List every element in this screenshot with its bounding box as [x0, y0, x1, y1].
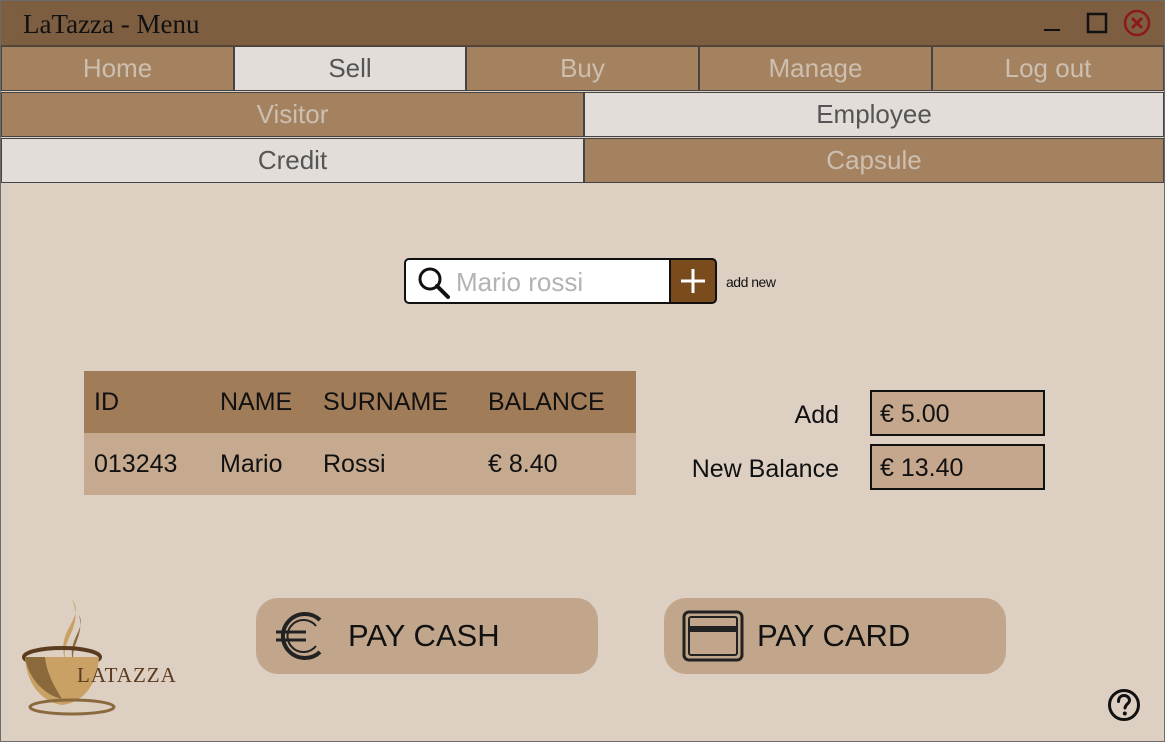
new-balance-field: € 13.40	[870, 444, 1045, 490]
main-tabs: Home Sell Buy Manage Log out	[1, 46, 1164, 91]
column-header-balance: BALANCE	[478, 371, 636, 433]
table-row[interactable]: 013243 Mario Rossi € 8.40	[84, 433, 636, 495]
cell-surname: Rossi	[313, 433, 478, 495]
search-icon	[418, 267, 450, 299]
tab-home[interactable]: Home	[1, 46, 234, 91]
pay-card-button[interactable]: PAY CARD	[664, 598, 1006, 674]
cell-name: Mario	[210, 433, 313, 495]
app-window: LaTazza - Menu Home Sell Buy Manage Log …	[0, 0, 1165, 742]
new-balance-label: New Balance	[691, 455, 839, 483]
latazza-logo: LATAZZA	[22, 599, 177, 716]
add-label: Add	[794, 401, 839, 429]
search-input[interactable]	[456, 266, 666, 298]
tab-sell[interactable]: Sell	[234, 46, 466, 91]
tab-manage[interactable]: Manage	[699, 46, 932, 91]
pay-cash-button[interactable]: PAY CASH	[256, 598, 598, 674]
pay-cash-label: PAY CASH	[348, 618, 500, 653]
window-title: LaTazza - Menu	[23, 9, 200, 39]
sale-type-tabs: Credit Capsule	[1, 138, 1164, 183]
tab-credit[interactable]: Credit	[1, 138, 584, 183]
plus-icon	[681, 269, 705, 293]
tab-employee[interactable]: Employee	[584, 92, 1164, 137]
column-header-surname: SURNAME	[313, 371, 478, 433]
close-icon[interactable]	[1123, 9, 1151, 37]
customer-tabs: Visitor Employee	[1, 92, 1164, 137]
table-header-row: ID NAME SURNAME BALANCE	[84, 371, 636, 433]
maximize-icon[interactable]	[1083, 9, 1111, 37]
tab-capsule[interactable]: Capsule	[584, 138, 1164, 183]
column-header-id: ID	[84, 371, 210, 433]
minimize-icon[interactable]	[1038, 9, 1066, 37]
add-amount-field[interactable]: € 5.00	[870, 390, 1045, 436]
column-header-name: NAME	[210, 371, 313, 433]
pay-card-label: PAY CARD	[757, 618, 911, 653]
tab-visitor[interactable]: Visitor	[1, 92, 584, 137]
cell-id: 013243	[84, 433, 210, 495]
credit-card-icon	[682, 610, 744, 662]
tab-buy[interactable]: Buy	[466, 46, 699, 91]
cell-balance: € 8.40	[478, 433, 636, 495]
title-bar: LaTazza - Menu	[1, 1, 1164, 47]
add-new-button[interactable]	[669, 258, 717, 304]
logo-text: LATAZZA	[77, 663, 177, 687]
employee-table: ID NAME SURNAME BALANCE 013243 Mario Ros…	[84, 371, 636, 495]
add-new-label[interactable]: add new	[726, 274, 776, 290]
tab-log-out[interactable]: Log out	[932, 46, 1164, 91]
euro-icon	[276, 612, 322, 660]
help-icon[interactable]	[1107, 688, 1141, 722]
